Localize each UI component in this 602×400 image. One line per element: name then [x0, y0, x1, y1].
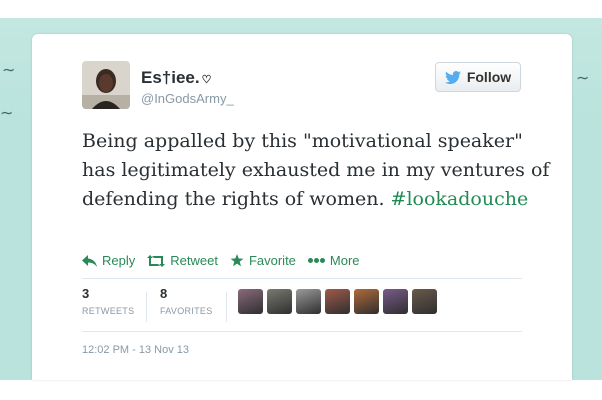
more-button[interactable]: More: [307, 253, 360, 268]
favoriter-avatar[interactable]: [325, 289, 350, 314]
bird-decoration-icon: ∼: [576, 68, 590, 87]
bird-decoration-icon: ∼: [0, 103, 14, 122]
divider: [82, 331, 522, 332]
favoriter-avatar[interactable]: [267, 289, 292, 314]
display-name-text: Es†iee.: [141, 68, 200, 87]
favorites-count: 8: [160, 286, 168, 301]
hashtag-link[interactable]: #lookadouche: [391, 188, 529, 210]
favoriter-avatars: [238, 289, 437, 314]
favorite-button[interactable]: Favorite: [230, 253, 296, 268]
bird-decoration-icon: ∼: [2, 60, 16, 79]
tweet-actions: Reply Retweet Favorite More: [82, 253, 360, 268]
favoriter-avatar[interactable]: [238, 289, 263, 314]
favoriter-avatar[interactable]: [383, 289, 408, 314]
reply-label: Reply: [102, 253, 136, 268]
favoriter-avatar[interactable]: [296, 289, 321, 314]
display-name[interactable]: Es†iee. ♡: [141, 68, 211, 88]
tweet-timestamp[interactable]: 12:02 PM - 13 Nov 13: [82, 344, 189, 356]
avatar[interactable]: [82, 61, 130, 109]
retweets-count: 3: [82, 286, 90, 301]
star-icon: [230, 254, 244, 267]
retweets-label: RETWEETS: [82, 306, 135, 316]
favorites-label: FAVORITES: [160, 306, 213, 316]
user-handle[interactable]: @InGodsArmy_: [141, 91, 234, 106]
follow-label: Follow: [466, 69, 512, 85]
stat-divider: [226, 292, 227, 322]
more-dots-icon: [307, 258, 325, 263]
twitter-bird-icon: [444, 70, 461, 84]
tweet-card: Es†iee. ♡ @InGodsArmy_ Follow Being appal…: [32, 34, 572, 380]
stat-divider: [146, 292, 147, 322]
favorite-label: Favorite: [248, 253, 296, 268]
tweet-text: Being appalled by this "motivational spe…: [82, 127, 552, 214]
reply-arrow-icon: [82, 254, 97, 267]
retweet-button[interactable]: Retweet: [147, 253, 218, 268]
retweet-icon: [147, 254, 166, 267]
favoriter-avatar[interactable]: [354, 289, 379, 314]
retweet-label: Retweet: [170, 253, 218, 268]
more-label: More: [329, 253, 360, 268]
avatar-photo: [82, 61, 130, 109]
favorites-stat[interactable]: 8 FAVORITES: [160, 286, 213, 316]
favoriter-avatar[interactable]: [412, 289, 437, 314]
follow-button[interactable]: Follow: [435, 62, 521, 92]
reply-button[interactable]: Reply: [82, 253, 135, 268]
heart-icon: ♡: [201, 74, 212, 86]
retweets-stat[interactable]: 3 RETWEETS: [82, 286, 134, 316]
divider: [82, 278, 522, 279]
